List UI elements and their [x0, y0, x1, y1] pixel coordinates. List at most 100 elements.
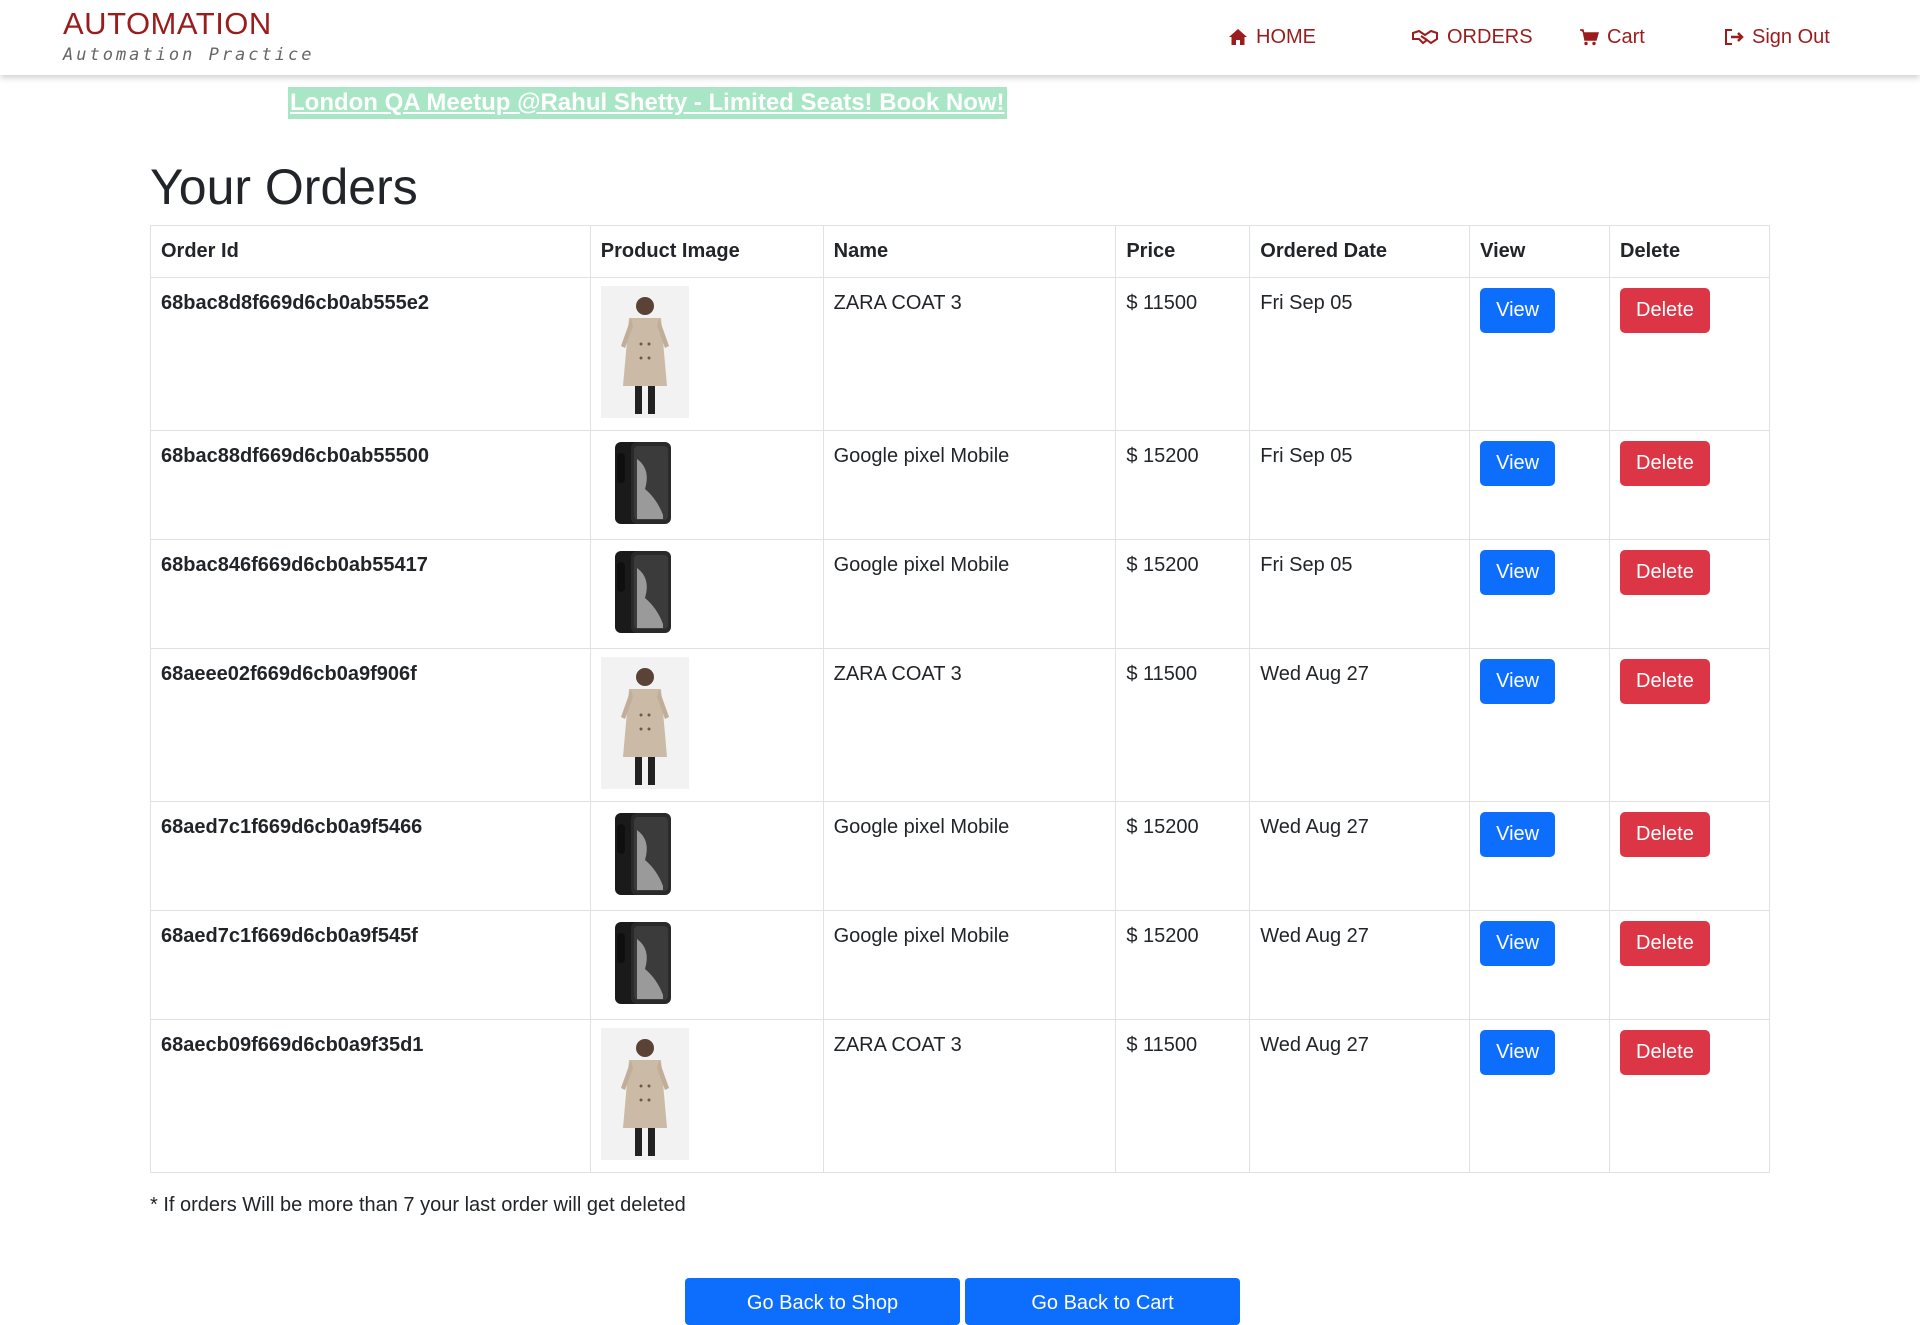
delete-cell: Delete — [1609, 648, 1770, 802]
product-name: ZARA COAT 3 — [822, 1019, 1117, 1173]
product-name: Google pixel Mobile — [822, 539, 1117, 649]
ordered-date: Wed Aug 27 — [1249, 910, 1471, 1020]
ordered-date: Fri Sep 05 — [1249, 277, 1471, 431]
product-price: $ 11500 — [1115, 1019, 1251, 1173]
view-button[interactable]: View — [1480, 550, 1556, 595]
order-id: 68aed7c1f669d6cb0a9f545f — [150, 910, 591, 1020]
product-image-cell — [589, 801, 824, 911]
product-image-cell — [589, 648, 824, 802]
coat-product-image — [600, 286, 689, 418]
nav-sign-out-label: Sign Out — [1752, 25, 1830, 48]
orders-limit-note: * If orders Will be more than 7 your las… — [150, 1194, 686, 1216]
coat-product-image — [600, 1028, 689, 1160]
meetup-banner-link[interactable]: London QA Meetup @Rahul Shetty - Limited… — [288, 87, 1007, 119]
nav-cart[interactable]: Cart — [1579, 22, 1645, 52]
product-name: ZARA COAT 3 — [822, 277, 1117, 431]
delete-cell: Delete — [1609, 277, 1770, 431]
order-id: 68aeee02f669d6cb0a9f906f — [150, 648, 591, 802]
ordered-date: Fri Sep 05 — [1249, 430, 1471, 540]
product-price: $ 15200 — [1115, 910, 1251, 1020]
column-header: Name — [822, 225, 1117, 278]
cart-icon — [1580, 29, 1599, 46]
phone-product-image — [600, 548, 689, 636]
product-name: Google pixel Mobile — [822, 430, 1117, 540]
nav-sign-out[interactable]: Sign Out — [1724, 22, 1830, 52]
delete-button[interactable]: Delete — [1620, 550, 1710, 595]
product-price: $ 15200 — [1115, 801, 1251, 911]
delete-button[interactable]: Delete — [1620, 441, 1710, 486]
column-header: Price — [1115, 225, 1251, 278]
column-header: Product Image — [589, 225, 824, 278]
brand-title[interactable]: AUTOMATION — [63, 6, 272, 42]
delete-cell: Delete — [1609, 910, 1770, 1020]
product-name: Google pixel Mobile — [822, 801, 1117, 911]
delete-button[interactable]: Delete — [1620, 921, 1710, 966]
order-id: 68aecb09f669d6cb0a9f35d1 — [150, 1019, 591, 1173]
view-cell: View — [1469, 648, 1611, 802]
home-icon — [1229, 29, 1247, 45]
column-header: Ordered Date — [1249, 225, 1471, 278]
order-id: 68bac8d8f669d6cb0ab555e2 — [150, 277, 591, 431]
nav-orders-label: ORDERS — [1447, 25, 1533, 48]
table-row: 68bac88df669d6cb0ab55500 Google pixel Mo… — [150, 430, 1770, 540]
top-navbar: AUTOMATION Automation Practice HOME ORDE… — [0, 0, 1920, 75]
delete-button[interactable]: Delete — [1620, 812, 1710, 857]
delete-button[interactable]: Delete — [1620, 288, 1710, 333]
view-button[interactable]: View — [1480, 812, 1556, 857]
ordered-date: Wed Aug 27 — [1249, 801, 1471, 911]
order-id: 68aed7c1f669d6cb0a9f5466 — [150, 801, 591, 911]
delete-cell: Delete — [1609, 539, 1770, 649]
column-header: Delete — [1609, 225, 1770, 278]
nav-home[interactable]: HOME — [1228, 22, 1316, 52]
view-button[interactable]: View — [1480, 1030, 1556, 1075]
product-image-cell — [589, 277, 824, 431]
view-button[interactable]: View — [1480, 659, 1556, 704]
delete-button[interactable]: Delete — [1620, 1030, 1710, 1075]
table-row: 68bac846f669d6cb0ab55417 Google pixel Mo… — [150, 539, 1770, 649]
product-image-cell — [589, 910, 824, 1020]
product-price: $ 15200 — [1115, 539, 1251, 649]
delete-cell: Delete — [1609, 1019, 1770, 1173]
nav-orders[interactable]: ORDERS — [1411, 22, 1533, 52]
go-back-to-cart-button[interactable]: Go Back to Cart — [965, 1278, 1240, 1325]
view-cell: View — [1469, 277, 1611, 431]
product-price: $ 11500 — [1115, 648, 1251, 802]
nav-home-label: HOME — [1256, 25, 1316, 48]
table-header-row: Order Id Product Image Name Price Ordere… — [150, 225, 1770, 278]
nav-cart-label: Cart — [1607, 25, 1645, 48]
phone-product-image — [600, 919, 689, 1007]
view-button[interactable]: View — [1480, 441, 1556, 486]
product-image-cell — [589, 1019, 824, 1173]
view-button[interactable]: View — [1480, 921, 1556, 966]
view-cell: View — [1469, 801, 1611, 911]
view-button[interactable]: View — [1480, 288, 1556, 333]
ordered-date: Wed Aug 27 — [1249, 1019, 1471, 1173]
order-id: 68bac88df669d6cb0ab55500 — [150, 430, 591, 540]
delete-cell: Delete — [1609, 801, 1770, 911]
coat-product-image — [600, 657, 689, 789]
view-cell: View — [1469, 539, 1611, 649]
table-row: 68aed7c1f669d6cb0a9f545f Google pixel Mo… — [150, 910, 1770, 1020]
table-row: 68aed7c1f669d6cb0a9f5466 Google pixel Mo… — [150, 801, 1770, 911]
delete-button[interactable]: Delete — [1620, 659, 1710, 704]
view-cell: View — [1469, 430, 1611, 540]
view-cell: View — [1469, 910, 1611, 1020]
handshake-icon — [1412, 29, 1438, 45]
table-row: 68aeee02f669d6cb0a9f906f ZARA COAT 3 $ 1… — [150, 648, 1770, 802]
column-header: Order Id — [150, 225, 591, 278]
product-name: Google pixel Mobile — [822, 910, 1117, 1020]
ordered-date: Wed Aug 27 — [1249, 648, 1471, 802]
table-row: 68bac8d8f669d6cb0ab555e2 ZARA COAT 3 $ 1… — [150, 277, 1770, 431]
delete-cell: Delete — [1609, 430, 1770, 540]
ordered-date: Fri Sep 05 — [1249, 539, 1471, 649]
sign-out-icon — [1725, 29, 1744, 45]
product-name: ZARA COAT 3 — [822, 648, 1117, 802]
product-image-cell — [589, 430, 824, 540]
go-back-to-shop-button[interactable]: Go Back to Shop — [685, 1278, 960, 1325]
order-id: 68bac846f669d6cb0ab55417 — [150, 539, 591, 649]
product-price: $ 15200 — [1115, 430, 1251, 540]
phone-product-image — [600, 439, 689, 527]
page-title: Your Orders — [150, 159, 418, 215]
product-image-cell — [589, 539, 824, 649]
orders-table: Order Id Product Image Name Price Ordere… — [150, 225, 1770, 1173]
